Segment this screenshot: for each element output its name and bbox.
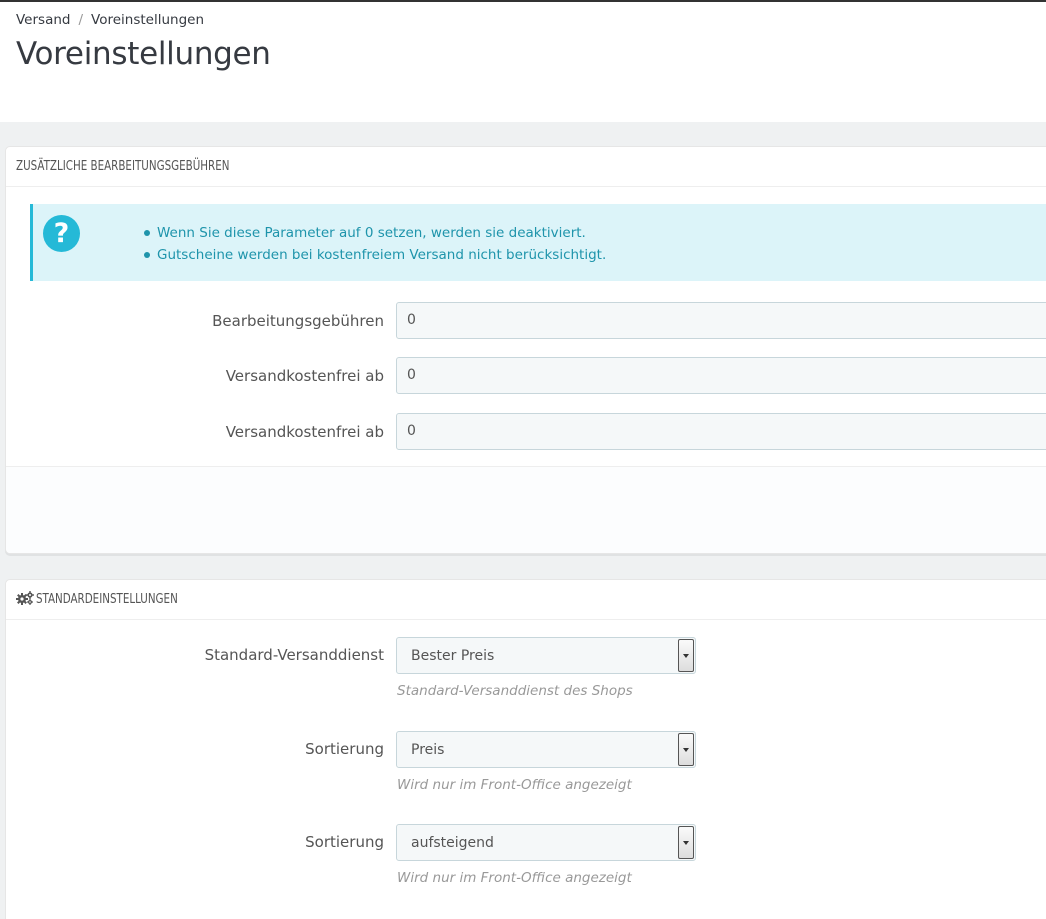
breadcrumb: Versand / Voreinstellungen	[16, 12, 204, 28]
default-carrier-select[interactable]: Bester Preis	[396, 637, 696, 674]
page-title: Voreinstellungen	[16, 36, 271, 72]
question-icon: ?	[43, 215, 80, 252]
sort-by-value: Preis	[411, 742, 445, 758]
handling-fees-panel: ZUSÄTZLICHE BEARBEITUNGSGEBÜHREN ? Wenn …	[5, 146, 1046, 554]
gears-icon	[16, 591, 34, 605]
page-header: Versand / Voreinstellungen Voreinstellunge…	[0, 2, 1046, 122]
breadcrumb-separator: /	[78, 12, 84, 28]
sort-by-help: Wird nur im Front-Office angezeigt	[397, 777, 632, 793]
form-row-default-carrier: Standard-Versanddienst Bester Preis Stan…	[6, 637, 1046, 699]
panel-heading-label: STANDARDEINSTELLUNGEN	[36, 591, 178, 607]
sort-order-label: Sortierung	[305, 833, 384, 851]
panel-heading-defaults: STANDARDEINSTELLUNGEN	[6, 580, 1046, 620]
info-item: Wenn Sie diese Parameter auf 0 setzen, w…	[144, 222, 606, 244]
panel-footer	[6, 466, 1046, 553]
free-shipping-label: Versandkostenfrei ab	[225, 423, 384, 441]
free-shipping-price-input[interactable]: 0	[396, 357, 1046, 394]
sort-order-help: Wird nur im Front-Office angezeigt	[397, 870, 632, 886]
info-alert: ? Wenn Sie diese Parameter auf 0 setzen,…	[30, 204, 1046, 281]
sort-by-select[interactable]: Preis	[396, 731, 696, 768]
breadcrumb-current: Voreinstellungen	[91, 12, 205, 28]
form-row-sort-by: Sortierung Preis Wird nur im Front-Offic…	[6, 731, 1046, 793]
default-settings-panel: STANDARDEINSTELLUNGEN Standard-Versanddi…	[5, 579, 1046, 919]
breadcrumb-link-versand[interactable]: Versand	[16, 12, 70, 28]
panel-heading-handling: ZUSÄTZLICHE BEARBEITUNGSGEBÜHREN	[6, 147, 1046, 187]
form-row-free-shipping-price: Versandkostenfrei ab 0	[6, 357, 1046, 395]
panel-heading-label: ZUSÄTZLICHE BEARBEITUNGSGEBÜHREN	[16, 158, 230, 174]
sort-order-value: aufsteigend	[411, 835, 494, 851]
form-row-free-shipping-weight: Versandkostenfrei ab 0	[6, 413, 1046, 451]
form-row-handling-fee: Bearbeitungsgebühren 0	[6, 302, 1046, 340]
sort-by-label: Sortierung	[305, 740, 384, 758]
info-list: Wenn Sie diese Parameter auf 0 setzen, w…	[144, 222, 606, 266]
form-row-sort-order: Sortierung aufsteigend Wird nur im Front…	[6, 824, 1046, 886]
info-item: Gutscheine werden bei kostenfreiem Versa…	[144, 244, 606, 266]
default-carrier-help: Standard-Versanddienst des Shops	[397, 683, 633, 699]
chevron-down-icon[interactable]	[678, 733, 694, 766]
chevron-down-icon[interactable]	[678, 826, 694, 859]
default-carrier-label: Standard-Versanddienst	[204, 646, 384, 664]
handling-fee-input[interactable]: 0	[396, 302, 1046, 339]
chevron-down-icon[interactable]	[678, 639, 694, 672]
free-shipping-weight-input[interactable]: 0	[396, 413, 1046, 450]
sort-order-select[interactable]: aufsteigend	[396, 824, 696, 861]
default-carrier-value: Bester Preis	[411, 648, 495, 664]
handling-fee-label: Bearbeitungsgebühren	[212, 312, 384, 330]
free-shipping-label: Versandkostenfrei ab	[225, 367, 384, 385]
